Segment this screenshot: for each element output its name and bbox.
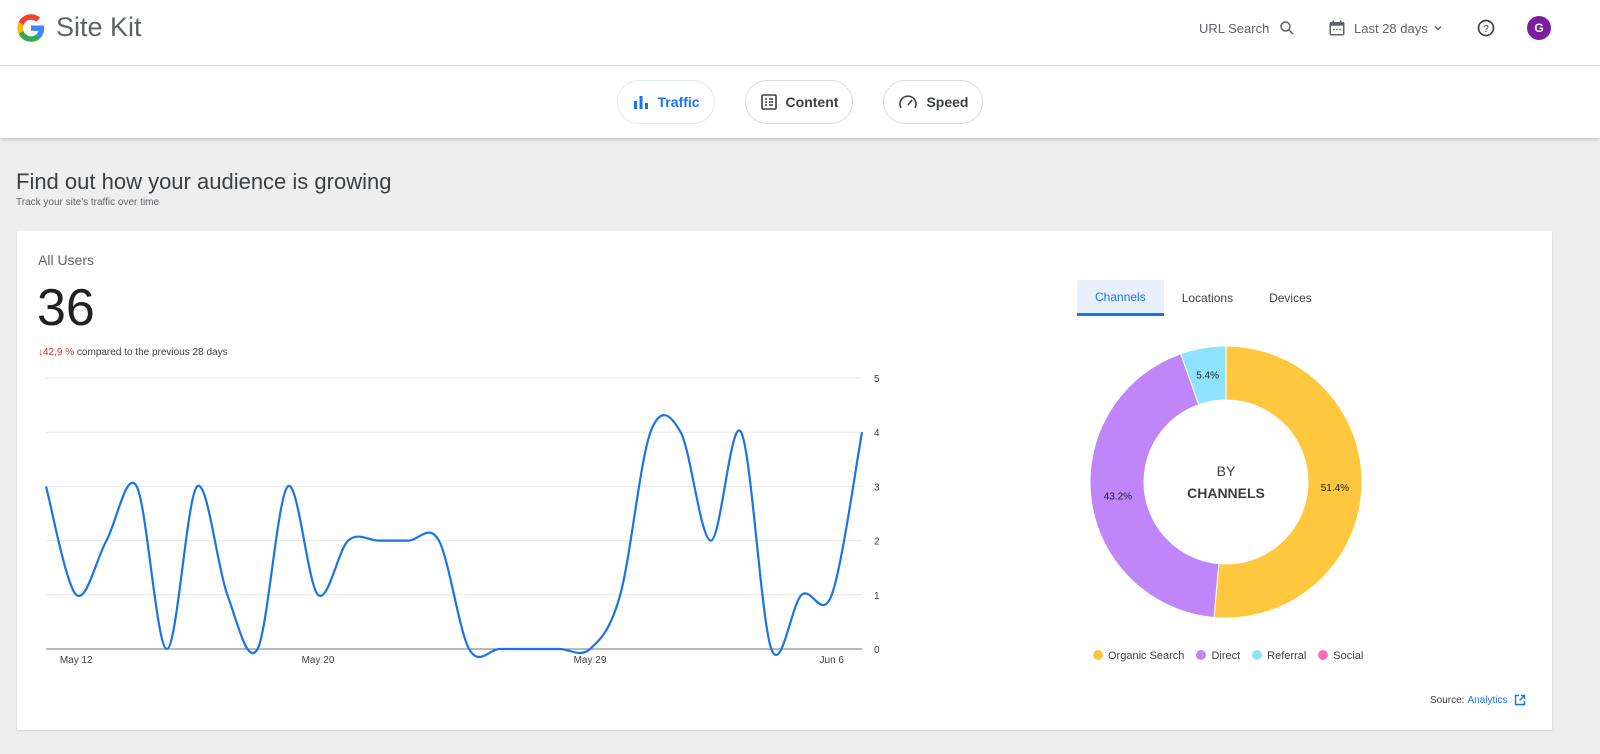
external-link-icon[interactable] (1514, 694, 1526, 706)
tab-locations[interactable]: Locations (1164, 280, 1251, 316)
analytics-link[interactable]: Analytics (1467, 695, 1507, 706)
y-tick-label: 5 (874, 374, 880, 385)
legend-item[interactable]: Referral (1252, 650, 1306, 662)
tab-devices[interactable]: Devices (1251, 280, 1330, 316)
y-tick-label: 1 (874, 591, 880, 602)
legend-label: Direct (1211, 650, 1241, 662)
y-tick-label: 4 (874, 428, 880, 439)
x-tick-label: Jun 6 (820, 655, 845, 666)
legend-dot-icon (1196, 650, 1207, 660)
source-line: Source: Analytics (1430, 694, 1526, 706)
users-line-chart: 0 1 2 3 4 5 May 12 May 20 May 29 Jun 6 (44, 374, 880, 666)
donut-legend: Organic Search Direct Referral Social (1093, 650, 1363, 662)
y-tick-label: 0 (874, 645, 880, 656)
users-series-line (44, 414, 864, 659)
x-tick-label: May 12 (60, 655, 93, 666)
y-tick-label: 2 (874, 537, 880, 548)
x-tick-label: May 20 (302, 655, 335, 666)
tab-channels[interactable]: Channels (1077, 280, 1164, 316)
x-tick-label: May 29 (574, 655, 607, 666)
y-tick-label: 3 (874, 482, 880, 493)
legend-dot-icon (1318, 650, 1329, 660)
legend-dot-icon (1252, 650, 1263, 660)
legend-item[interactable]: Organic Search (1093, 650, 1184, 662)
legend-label: Social (1333, 650, 1364, 662)
legend-label: Referral (1267, 650, 1307, 662)
dimension-tabs: Channels Locations Devices (1077, 280, 1330, 316)
legend-label: Organic Search (1108, 650, 1185, 662)
source-label: Source: (1430, 694, 1465, 706)
legend-dot-icon (1093, 650, 1103, 660)
legend-item[interactable]: Direct (1196, 650, 1240, 662)
legend-item[interactable]: Social (1318, 650, 1363, 662)
